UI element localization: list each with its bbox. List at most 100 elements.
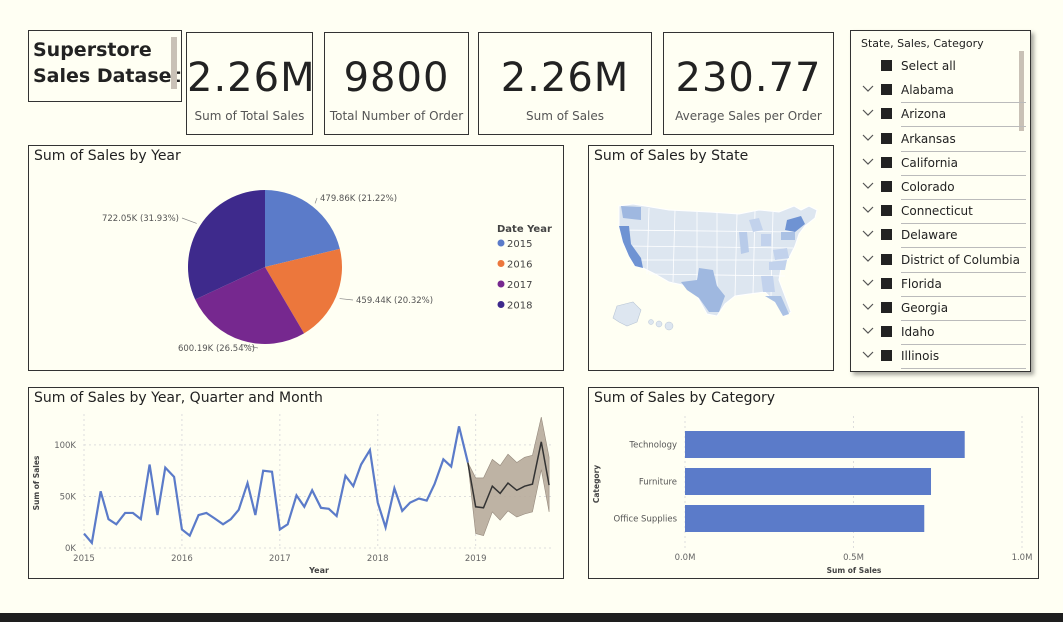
state-slicer[interactable]: State, Sales, Category Select all Alabama… (850, 30, 1031, 372)
checkbox[interactable] (881, 229, 892, 241)
kpi-value: 230.77 (675, 55, 822, 101)
chevron-down-icon[interactable] (861, 275, 875, 289)
chevron-down-icon[interactable] (861, 202, 875, 216)
chevron-down-icon[interactable] (861, 130, 875, 144)
state-virginia[interactable] (773, 248, 789, 260)
bar-furniture[interactable] (685, 468, 932, 495)
bar-panel: Sum of Sales by Category 0.0M 0.5M 1.0M Tec… (588, 387, 1039, 579)
pie-data-label: 479.86K (21.22%) (320, 194, 397, 204)
chevron-down-icon[interactable] (861, 154, 875, 168)
slicer-item-select-all[interactable]: Select all (861, 55, 1026, 79)
checkbox[interactable] (881, 302, 892, 313)
y-tick-label: 50K (60, 492, 77, 502)
slicer-item-connecticut[interactable]: Connecticut (861, 200, 1026, 225)
slicer-item-label: Georgia (901, 301, 949, 315)
legend-label-2017[interactable]: 2017 (507, 280, 532, 291)
category-label: Office Supplies (614, 515, 678, 525)
kpi-card-average-sales[interactable]: 230.77 Average Sales per Order (663, 32, 834, 135)
checkbox[interactable] (881, 277, 892, 289)
pie-leader-line (314, 197, 318, 204)
checkbox[interactable] (881, 84, 892, 96)
chevron-down-icon[interactable] (861, 251, 875, 265)
y-tick-label: 100K (54, 441, 76, 451)
state-pennsylvania[interactable] (781, 232, 795, 240)
chevron-down-icon[interactable] (861, 105, 875, 119)
legend-label-2018[interactable]: 2018 (507, 301, 532, 312)
slicer-item-illinois[interactable]: Illinois (861, 345, 1026, 370)
slicer-item-arizona[interactable]: Arizona (861, 103, 1026, 128)
pie-data-label: 600.19K (26.54%) (178, 344, 255, 354)
chevron-down-icon[interactable] (861, 299, 875, 313)
state-hawaii[interactable] (648, 319, 674, 331)
us-map-mainland[interactable] (618, 203, 818, 317)
slicer-item-label: District of Columbia (901, 252, 1020, 267)
y-tick-label: 0K (65, 544, 76, 554)
us-sales-map[interactable] (589, 146, 832, 369)
checkbox[interactable] (881, 253, 892, 265)
checkbox[interactable] (881, 132, 892, 144)
legend-label-2015[interactable]: 2015 (507, 239, 532, 250)
slicer-item-arkansas[interactable]: Arkansas (861, 128, 1026, 152)
pie-data-label: 459.44K (20.32%) (356, 296, 433, 306)
y-axis-title: Category (592, 465, 601, 503)
state-washington[interactable] (621, 206, 641, 220)
slicer-item-label: California (901, 155, 958, 170)
bar-technology[interactable] (685, 431, 965, 458)
title-scrollbar[interactable] (171, 37, 177, 89)
kpi-label: Average Sales per Order (675, 109, 822, 123)
pie-leader-line (339, 298, 354, 301)
x-tick-label: 0.0M (675, 553, 696, 563)
kpi-label: Sum of Sales (525, 109, 605, 123)
checkbox[interactable] (881, 181, 892, 192)
kpi-card-total-sales[interactable]: 2.26M Sum of Total Sales (186, 32, 315, 135)
slicer-item-california[interactable]: California (861, 152, 1026, 176)
slicer-item-alabama[interactable]: Alabama (861, 79, 1026, 104)
checkbox[interactable] (881, 108, 892, 120)
kpi-card-sum-of-sales[interactable]: 2.26M Sum of Sales (478, 32, 652, 135)
state-alaska[interactable] (612, 301, 642, 327)
category-label: Furniture (639, 478, 677, 488)
state-ohio[interactable] (761, 234, 771, 246)
checkbox[interactable] (881, 156, 892, 168)
chevron-down-icon[interactable] (861, 347, 875, 361)
pie-chart[interactable]: 479.86K (21.22%) 459.44K (20.32%) 600.19K … (29, 146, 562, 369)
state-georgia[interactable] (761, 276, 775, 292)
checkbox[interactable] (881, 205, 892, 217)
checkbox[interactable] (881, 350, 892, 362)
slicer-title: State, Sales, Category (861, 37, 984, 50)
slicer-item-georgia[interactable]: Georgia (861, 297, 1026, 321)
chevron-down-icon[interactable] (861, 178, 875, 192)
slicer-item-florida[interactable]: Florida (861, 273, 1026, 297)
line-chart[interactable]: 0K50K100K2015 2016 2017 2018 2019YearSum of … (29, 388, 562, 577)
bar-chart[interactable]: 0.0M 0.5M 1.0M Technology Furniture Office Su… (589, 388, 1037, 577)
legend-label-2016[interactable]: 2016 (507, 260, 532, 271)
chevron-down-icon[interactable] (861, 226, 875, 240)
pie-leader-line (181, 217, 197, 224)
bar-office-supplies[interactable] (685, 505, 925, 532)
slicer-item-district-of-columbia[interactable]: District of Columbia (861, 249, 1026, 273)
x-axis-title: Year (308, 566, 329, 575)
chevron-down-icon[interactable] (861, 81, 875, 95)
category-label: Technology (628, 441, 677, 451)
title-line-1: Superstore (33, 39, 152, 61)
slicer-item-idaho[interactable]: Idaho (861, 321, 1026, 346)
checkbox[interactable] (881, 326, 892, 338)
line-panel: Sum of Sales by Year, Quarter and Month … (28, 387, 564, 579)
x-tick-label: 2015 (73, 554, 95, 564)
title-line-2: Sales Dataset (33, 65, 181, 87)
legend-marker-2015 (497, 239, 505, 247)
pie-legend-title: Date Year (497, 224, 552, 235)
sales-line[interactable] (83, 426, 469, 546)
legend-marker-2017 (497, 280, 505, 288)
x-tick-label: 2019 (465, 554, 487, 564)
slicer-item-label: Colorado (901, 180, 955, 194)
slicer-item-colorado[interactable]: Colorado (861, 176, 1026, 200)
kpi-card-number-of-orders[interactable]: 9800 Total Number of Order (324, 32, 469, 135)
legend-marker-2018 (497, 301, 505, 308)
slicer-item-delaware[interactable]: Delaware (861, 224, 1026, 249)
checkbox[interactable] (881, 60, 892, 71)
chevron-down-icon[interactable] (861, 323, 875, 337)
slicer-item-label: Illinois (901, 349, 940, 364)
x-axis-title: Sum of Sales (827, 566, 882, 575)
x-tick-label: 2017 (269, 554, 291, 564)
